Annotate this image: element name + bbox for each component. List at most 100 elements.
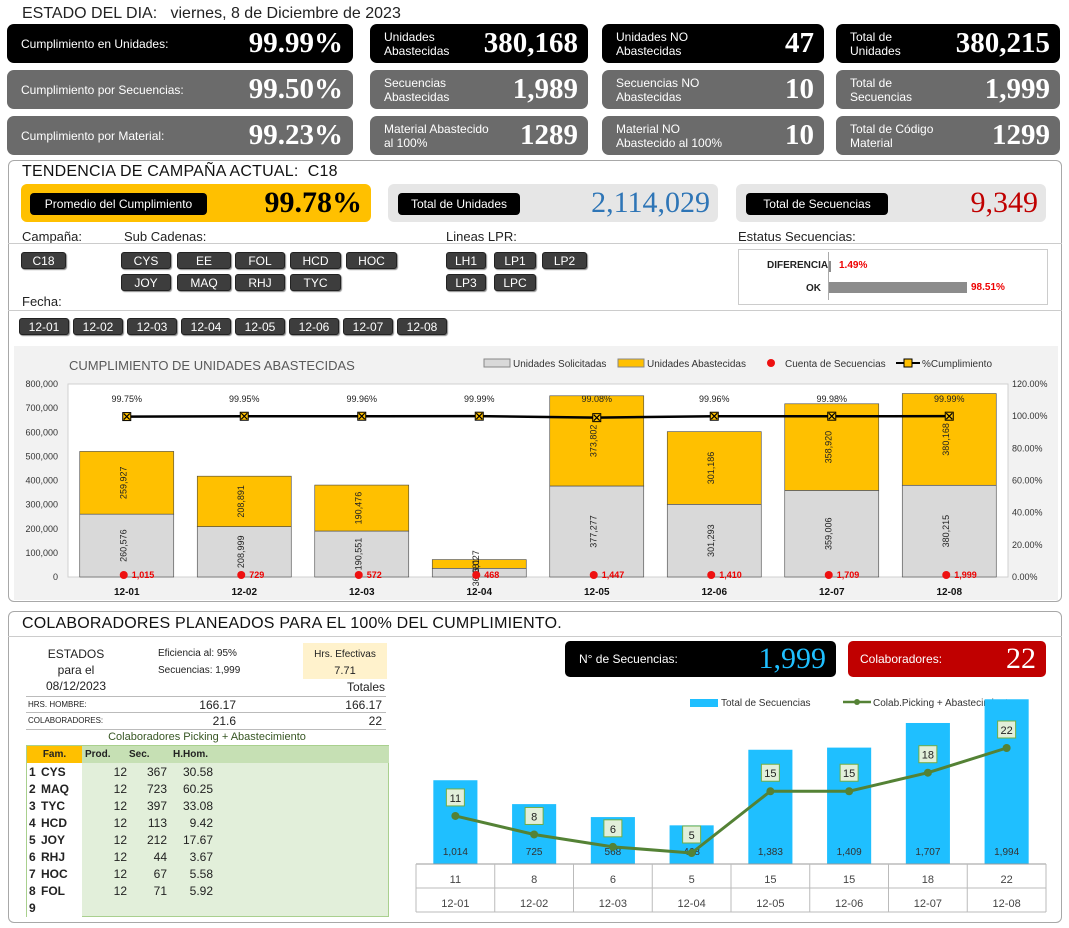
kpi-unidades-no-abastecidas: Unidades NO Abastecidas 47 bbox=[602, 24, 824, 63]
x-tick-label: 12-03 bbox=[349, 587, 375, 598]
slicer-linea-lpc[interactable]: LPC bbox=[494, 274, 536, 291]
estatus-label-diferencia: DIFERENCIA bbox=[767, 260, 829, 271]
legend-swatch-pct-marker bbox=[903, 358, 913, 368]
slicer-fecha-12-05[interactable]: 12-05 bbox=[235, 318, 285, 335]
point-colaboradores bbox=[608, 842, 617, 851]
nsec-value: 1,999 bbox=[758, 642, 827, 675]
campana-label: Campaña: bbox=[22, 229, 82, 244]
slicer-subcadena-hcd[interactable]: HCD bbox=[290, 252, 341, 269]
label-unidades-abastecidas: 373,802 bbox=[589, 425, 599, 458]
picking-cell: 12 bbox=[113, 765, 127, 779]
label-cumplimiento: 99.96% bbox=[699, 394, 730, 404]
picking-cell: 17.67 bbox=[182, 833, 213, 847]
slicer-subcadena-maq[interactable]: MAQ bbox=[177, 274, 231, 291]
picking-cell: 12 bbox=[113, 867, 127, 881]
slicer-subcadena-joy[interactable]: JOY bbox=[121, 274, 171, 291]
slicer-fecha-12-06[interactable]: 12-06 bbox=[289, 318, 339, 335]
eficiencia-text: Eficiencia al: 95% bbox=[158, 648, 237, 659]
estado-label: ESTADO DEL DIA: bbox=[22, 5, 158, 22]
col-prod: Prod. bbox=[85, 749, 111, 760]
label-cumplimiento: 99.95% bbox=[229, 394, 260, 404]
picking-cell: JOY bbox=[41, 833, 66, 847]
x-tick-label: 12-05 bbox=[584, 587, 610, 598]
picking-cell: 7 bbox=[29, 867, 36, 881]
picking-cell: HCD bbox=[41, 816, 67, 830]
label-colaboradores: 8 bbox=[531, 811, 537, 823]
slicer-subcadena-rhj[interactable]: RHJ bbox=[235, 274, 285, 291]
slicer-linea-lh1[interactable]: LH1 bbox=[446, 252, 486, 269]
y-tick-label: 700,000 bbox=[25, 403, 58, 413]
kpi-total-unidades: Total de Unidades 380,215 bbox=[836, 24, 1060, 63]
hrs-hombre-row: HRS. HOMBRE: 166.17 166.17 bbox=[26, 696, 386, 713]
total-secuencias-label: Total de Secuencias bbox=[746, 193, 888, 215]
label-unidades-abastecidas: 301,186 bbox=[706, 452, 716, 485]
x-tick-label: 12-07 bbox=[819, 587, 845, 598]
picking-cell: 113 bbox=[147, 816, 167, 830]
label-colaboradores: 6 bbox=[610, 824, 616, 836]
point-colaboradores bbox=[451, 811, 460, 820]
slicer-fecha-12-02[interactable]: 12-02 bbox=[73, 318, 123, 335]
picking-cell: 12 bbox=[113, 799, 127, 813]
colaboradores-row-label: COLABORADORES: bbox=[28, 716, 104, 725]
picking-cell: 397 bbox=[146, 799, 167, 813]
kpi-label: Secuencias NO Abastecidas bbox=[616, 75, 700, 104]
slicer-fecha-12-03[interactable]: 12-03 bbox=[127, 318, 177, 335]
point-cuenta-secuencias bbox=[707, 571, 716, 579]
bottom-label: 11 bbox=[450, 874, 461, 886]
point-cuenta-secuencias bbox=[824, 571, 833, 579]
kpi-value: 1,989 bbox=[512, 73, 578, 105]
label-unidades-solicitadas: 208,999 bbox=[236, 536, 246, 569]
picking-cell: 9 bbox=[29, 901, 36, 915]
colaboradores-title: COLABORADORES PLANEADOS PARA EL 100% DEL… bbox=[22, 615, 562, 632]
picking-cell: 6 bbox=[29, 850, 36, 864]
kpi-value: 1289 bbox=[520, 119, 578, 151]
hrs-efectivas-value: 7.71 bbox=[334, 665, 356, 677]
picking-cell: 12 bbox=[113, 816, 127, 830]
slicer-fecha-12-01[interactable]: 12-01 bbox=[19, 318, 69, 335]
picking-cell: 5.92 bbox=[189, 884, 213, 898]
estatus-value-diferencia: 1.49% bbox=[839, 260, 868, 271]
slicer-subcadena-hoc[interactable]: HOC bbox=[346, 252, 397, 269]
slicer-subcadena-ee[interactable]: EE bbox=[177, 252, 231, 269]
slicer-campana-c18[interactable]: C18 bbox=[21, 252, 66, 269]
label-total-secuencias: 1,383 bbox=[758, 847, 783, 858]
legend-pct: %Cumplimiento bbox=[922, 359, 992, 370]
hrs-efectivas-box: Hrs. Efectivas 7.71 bbox=[303, 643, 387, 679]
label-total-secuencias: 1,409 bbox=[837, 847, 862, 858]
slicer-linea-lp1[interactable]: LP1 bbox=[494, 252, 536, 269]
estado-date: viernes, 8 de Diciembre de 2023 bbox=[170, 5, 401, 22]
subcadenas-label: Sub Cadenas: bbox=[124, 229, 207, 244]
total-secuencias-value: 9,349 bbox=[970, 186, 1039, 219]
slicer-subcadena-tyc[interactable]: TYC bbox=[290, 274, 341, 291]
bottom-label: 6 bbox=[610, 874, 616, 886]
picking-cell: 4 bbox=[29, 816, 36, 830]
kpi-material-abastecido: Material Abastecido al 100% 1289 bbox=[370, 116, 588, 155]
hrs-hombre-label: HRS. HOMBRE: bbox=[28, 700, 87, 709]
estados-block: ESTADOS para el 08/12/2023 bbox=[26, 646, 126, 694]
kpi-value: 47 bbox=[785, 27, 814, 59]
slicer-fecha-12-04[interactable]: 12-04 bbox=[181, 318, 231, 335]
point-cuenta-secuencias bbox=[237, 571, 246, 579]
label-cuenta-secuencias: 1,447 bbox=[602, 570, 625, 580]
legend-solicitadas: Unidades Solicitadas bbox=[513, 359, 606, 370]
slicer-linea-lp3[interactable]: LP3 bbox=[446, 274, 486, 291]
slicer-fecha-12-07[interactable]: 12-07 bbox=[343, 318, 393, 335]
kpi-material-no-abastecido: Material NO Abastecido al 100% 10 bbox=[602, 116, 824, 155]
x-tick-label: 12-07 bbox=[914, 898, 942, 910]
filters-divider bbox=[8, 243, 1062, 244]
slicer-fecha-12-08[interactable]: 12-08 bbox=[397, 318, 447, 335]
slicer-linea-lp2[interactable]: LP2 bbox=[542, 252, 587, 269]
point-cuenta-secuencias bbox=[589, 571, 598, 579]
point-colaboradores bbox=[923, 768, 932, 777]
slicer-subcadena-cys[interactable]: CYS bbox=[121, 252, 171, 269]
kpi-label: Total de Unidades bbox=[850, 29, 901, 58]
slicer-subcadena-fol[interactable]: FOL bbox=[235, 252, 285, 269]
estatus-value-ok: 98.51% bbox=[971, 282, 1005, 293]
x-tick-label: 12-01 bbox=[114, 587, 140, 598]
bottom-label: 8 bbox=[531, 874, 537, 886]
kpi-label: Cumplimiento en Unidades: bbox=[21, 36, 169, 51]
bar-total-secuencias bbox=[905, 722, 950, 864]
label-unidades-solicitadas: 377,277 bbox=[589, 515, 599, 548]
picking-cell: CYS bbox=[41, 765, 66, 779]
label-total-secuencias: 1,707 bbox=[915, 847, 940, 858]
